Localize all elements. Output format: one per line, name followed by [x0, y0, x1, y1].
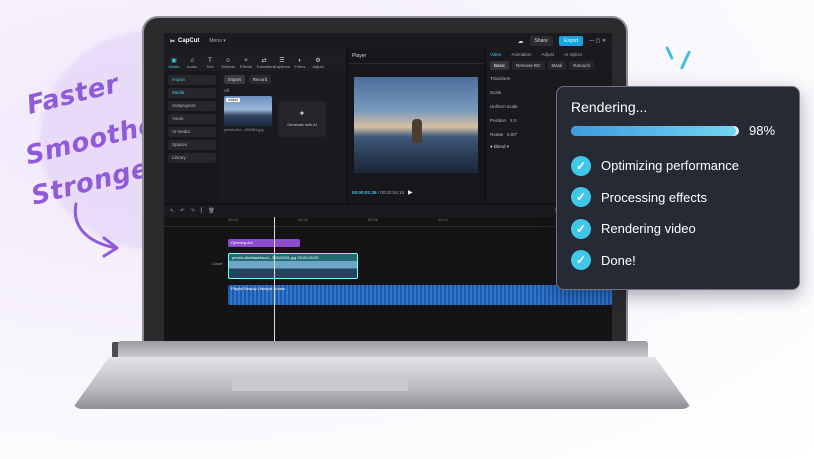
- tool-bar: ▣ Media ♫ Audio T Text ☺ Stickers ✧ Effects ⇄ Trans…: [164, 49, 346, 71]
- progress-percent: 98%: [749, 123, 776, 138]
- playhead[interactable]: [274, 217, 275, 341]
- window-controls[interactable]: — ▢ ✕: [589, 38, 606, 44]
- timeline: ↖ ↶ ↷ ⫿ 🗑 🎙 00:00 00:04 00:08 00:12 Opening…: [164, 205, 612, 341]
- tool-audio[interactable]: ♫ Audio: [184, 58, 200, 69]
- nav-item-spaces[interactable]: Spaces: [168, 140, 216, 150]
- prop-tab-ai-stylize[interactable]: AI stylize: [564, 52, 582, 57]
- player-panel: Player 00:00:01:26 / 00:02:04:10 ▶: [348, 49, 484, 203]
- check-icon: ✓: [571, 218, 591, 239]
- tool-media[interactable]: ▣ Media: [166, 57, 182, 69]
- render-step: ✓ Rendering video: [571, 213, 785, 245]
- cloud-icon[interactable]: ☁: [518, 38, 524, 45]
- split-icon[interactable]: ⫿: [201, 208, 203, 214]
- tool-captions[interactable]: ☰ Captions: [274, 57, 290, 69]
- delete-icon[interactable]: 🗑: [208, 208, 214, 214]
- laptop-hinge: [118, 341, 648, 359]
- tool-icon: ⇄: [261, 58, 267, 64]
- prop-subtab-retouch[interactable]: Retouch: [569, 61, 595, 70]
- app-screen: ✂ CapCut Menu ▾ ☁ Share Export — ▢ ✕ ▣ Med…: [164, 33, 612, 341]
- progress-fill: [571, 125, 736, 136]
- timeline-ruler: 00:00 00:04 00:08 00:12: [164, 217, 612, 227]
- prop-subtab-mask[interactable]: Mask: [547, 61, 567, 70]
- audio-track[interactable]: Playful Beauty Lifestyle House: [228, 285, 612, 305]
- accent-mark: [679, 50, 692, 70]
- tool-filters[interactable]: ◐ Filters: [292, 58, 308, 69]
- media-filter[interactable]: All: [224, 88, 342, 93]
- check-icon: ✓: [571, 155, 591, 176]
- undo-icon[interactable]: ↶: [180, 208, 184, 214]
- text-track[interactable]: Opening Arc: [228, 239, 300, 247]
- tool-transitions[interactable]: ⇄ Transitions: [256, 57, 275, 69]
- preview-person: [412, 119, 422, 143]
- ruler-tick: 00:00: [228, 217, 239, 222]
- ruler-tick: 00:12: [438, 217, 449, 222]
- added-badge: Added: [226, 98, 241, 102]
- prop-tab-animation[interactable]: Animation: [511, 52, 531, 57]
- preview-frame[interactable]: [354, 77, 478, 173]
- curved-arrow-icon: [73, 202, 119, 258]
- tool-icon: ⚙: [315, 58, 321, 64]
- menu-button[interactable]: Menu ▾: [209, 38, 225, 44]
- app-logo: ✂ CapCut: [170, 38, 200, 45]
- media-thumbnail[interactable]: Added: [224, 96, 272, 126]
- ruler-tick: 00:04: [298, 217, 309, 222]
- ruler-tick: 00:08: [368, 217, 379, 222]
- tool-effects[interactable]: ✧ Effects: [238, 57, 254, 69]
- play-icon[interactable]: ▶: [408, 189, 413, 196]
- title-bar: ✂ CapCut Menu ▾ ☁ Share Export — ▢ ✕: [164, 33, 612, 49]
- import-button[interactable]: Import: [224, 75, 245, 84]
- prop-row-transform[interactable]: Transform: [490, 76, 608, 81]
- progress-row: 98%: [571, 123, 785, 138]
- player-title: Player: [348, 49, 484, 64]
- render-step: ✓ Done!: [571, 245, 785, 277]
- media-panel: Import Record All Added pexels-the...692…: [220, 71, 346, 203]
- export-button[interactable]: Export: [558, 36, 584, 46]
- tool-icon: ✧: [243, 58, 249, 64]
- check-icon: ✓: [571, 250, 591, 271]
- nav-item-library[interactable]: Library: [168, 153, 216, 163]
- player-time: 00:00:01:26 / 00:02:04:10: [352, 190, 405, 195]
- capcut-logo-icon: ✂: [170, 38, 176, 45]
- sparkle-icon: ✦: [298, 109, 306, 118]
- prop-tab-video[interactable]: Video: [490, 52, 501, 57]
- prop-tab-adjust[interactable]: Adjust: [541, 52, 554, 57]
- nav-item-yours[interactable]: Yours: [168, 114, 216, 124]
- share-button[interactable]: Share: [529, 36, 553, 46]
- left-nav: Import Media Subprojects Yours AI media Space…: [164, 71, 220, 203]
- record-button[interactable]: Record: [248, 75, 272, 84]
- nav-item-subprojects[interactable]: Subprojects: [168, 101, 216, 111]
- cover-label[interactable]: Cover: [212, 261, 223, 266]
- generate-ai-button[interactable]: ✦ Generate with AI: [278, 101, 326, 137]
- nav-item-import[interactable]: Import: [168, 75, 216, 85]
- video-track[interactable]: pexels-theblackhood...35620281.jpg 00:00…: [228, 253, 358, 279]
- tool-icon: ☰: [279, 58, 285, 64]
- tool-icon: ▣: [171, 58, 177, 64]
- redo-icon[interactable]: ↷: [190, 208, 194, 214]
- prop-subtab-remove-bg[interactable]: Remove BG: [512, 61, 545, 70]
- select-icon[interactable]: ↖: [170, 208, 174, 214]
- rendering-title: Rendering...: [571, 99, 648, 115]
- nav-item-ai-media[interactable]: AI media: [168, 127, 216, 137]
- accent-mark: [665, 46, 674, 60]
- check-icon: ✓: [571, 187, 591, 208]
- timeline-toolbar: ↖ ↶ ↷ ⫿ 🗑 🎙: [164, 205, 612, 217]
- tool-text[interactable]: T Text: [202, 58, 218, 69]
- tool-adjust[interactable]: ⚙ Adjust: [310, 57, 326, 69]
- nav-item-media[interactable]: Media: [168, 88, 216, 98]
- render-step: ✓ Optimizing performance: [571, 150, 785, 182]
- tool-stickers[interactable]: ☺ Stickers: [220, 58, 236, 69]
- progress-bar: [571, 125, 739, 136]
- prop-subtab-basic[interactable]: Basic: [490, 61, 510, 70]
- laptop-trackpad: [232, 380, 408, 391]
- rendering-panel: Rendering... 98% ✓ Optimizing performance…: [556, 86, 800, 290]
- render-step: ✓ Processing effects: [571, 182, 785, 214]
